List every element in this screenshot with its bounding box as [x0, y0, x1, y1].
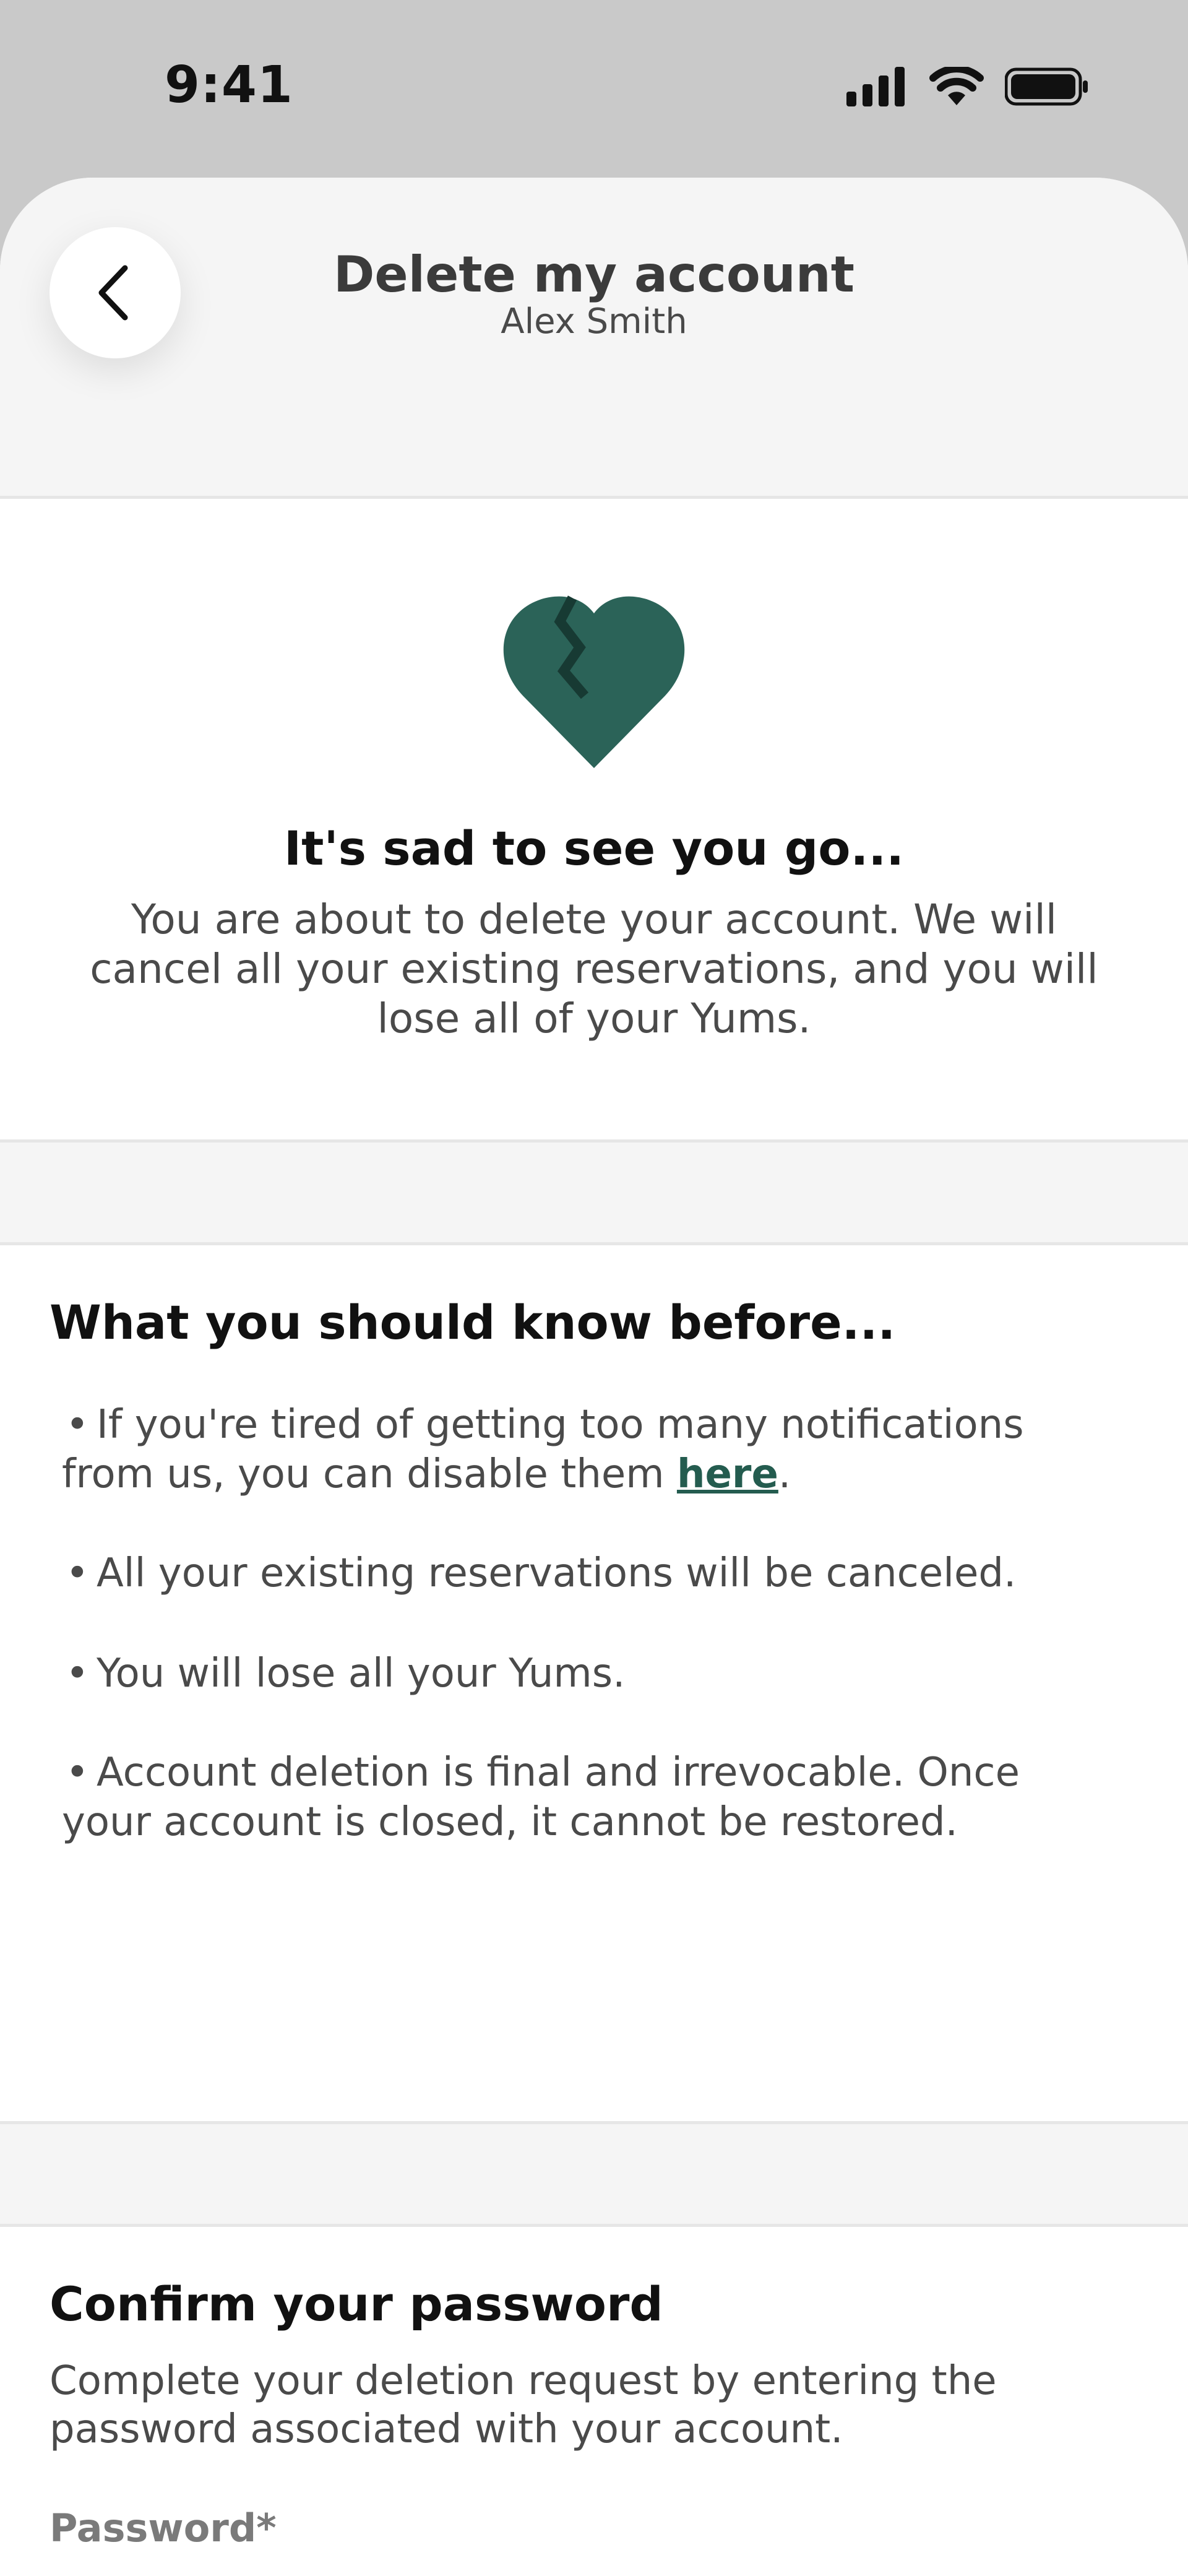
- confirm-password-text: Complete your deletion request by enteri…: [50, 2358, 997, 2452]
- header: Delete my account Alex Smith: [0, 178, 1188, 496]
- goodbye-title: It's sad to see you go...: [283, 821, 905, 876]
- list-item: • Account deletion is final and irrevocab…: [62, 1750, 1020, 1845]
- confirm-password-title: Confirm your password: [50, 2276, 663, 2332]
- battery-icon: [1005, 67, 1088, 106]
- list-item: • All your existing reservations will be …: [66, 1550, 1017, 1596]
- divider: [0, 2121, 1188, 2124]
- status-time: 9:41: [165, 56, 293, 115]
- divider: [0, 1139, 1188, 1143]
- delete-account-sheet: Delete my account Alex Smith It's sad to…: [0, 178, 1188, 2576]
- confirm-password-card: Confirm your password Complete your dele…: [0, 2227, 1188, 2576]
- list-item: • You will lose all your Yums.: [66, 1651, 626, 1696]
- wifi-icon: [929, 67, 984, 105]
- know-before-title: What you should know before...: [50, 1295, 896, 1350]
- know-before-card: What you should know before... • If you'r…: [0, 1245, 1188, 2121]
- page-title: Delete my account: [334, 246, 854, 303]
- password-label: Password*: [50, 2505, 277, 2551]
- broken-heart-icon: [503, 595, 685, 768]
- notifications-settings-link[interactable]: here: [677, 1451, 778, 1497]
- status-bar: 9:41: [0, 0, 1188, 179]
- goodbye-card: It's sad to see you go... You are about …: [0, 499, 1188, 1139]
- goodbye-text: You are about to delete your account. We…: [90, 896, 1098, 1042]
- account-name: Alex Smith: [501, 301, 687, 342]
- status-icons: [846, 67, 1089, 106]
- list-item: • If you're tired of getting too many not…: [62, 1402, 1024, 1497]
- signal-icon: [846, 67, 905, 106]
